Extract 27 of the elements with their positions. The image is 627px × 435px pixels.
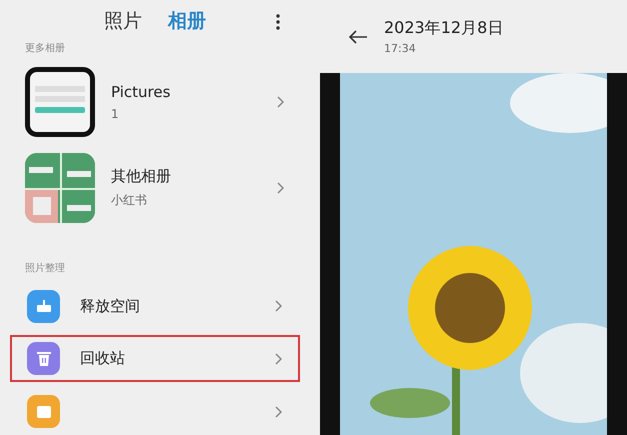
tool-label: 回收站 (80, 349, 126, 368)
collage-thumbnail (25, 153, 95, 223)
album-item[interactable]: Pictures 1 (0, 54, 310, 150)
screenshot-thumbnail (25, 67, 95, 138)
chevron-icon (275, 406, 282, 418)
album-subtitle: 1 (111, 107, 120, 122)
more-icon[interactable] (276, 14, 280, 30)
chevron-icon (275, 352, 282, 365)
tool-label: 释放空间 (80, 296, 141, 316)
picture-icon (36, 406, 50, 418)
chevron-icon (277, 182, 284, 194)
trash-icon (36, 350, 50, 367)
photo-time: 17:34 (384, 42, 417, 55)
chevron-icon (275, 300, 282, 312)
broom-icon (36, 299, 52, 314)
highlight-frame[interactable]: 回收站 (10, 335, 300, 382)
section-header: 照片整理 (24, 262, 66, 275)
tool-item[interactable]: 释放空间 (10, 282, 300, 330)
back-icon[interactable] (348, 30, 368, 44)
tab[interactable]: 照片 (104, 8, 142, 34)
album-item[interactable]: 其他相册 小红书 (0, 150, 310, 226)
album-title: Pictures (111, 83, 172, 102)
album-title: 其他相册 (111, 167, 172, 186)
section-header: 更多相册 (24, 42, 66, 55)
photo-date: 2023年12月8日 (384, 18, 504, 39)
album-subtitle: 小红书 (111, 192, 148, 209)
chevron-icon (277, 96, 284, 108)
